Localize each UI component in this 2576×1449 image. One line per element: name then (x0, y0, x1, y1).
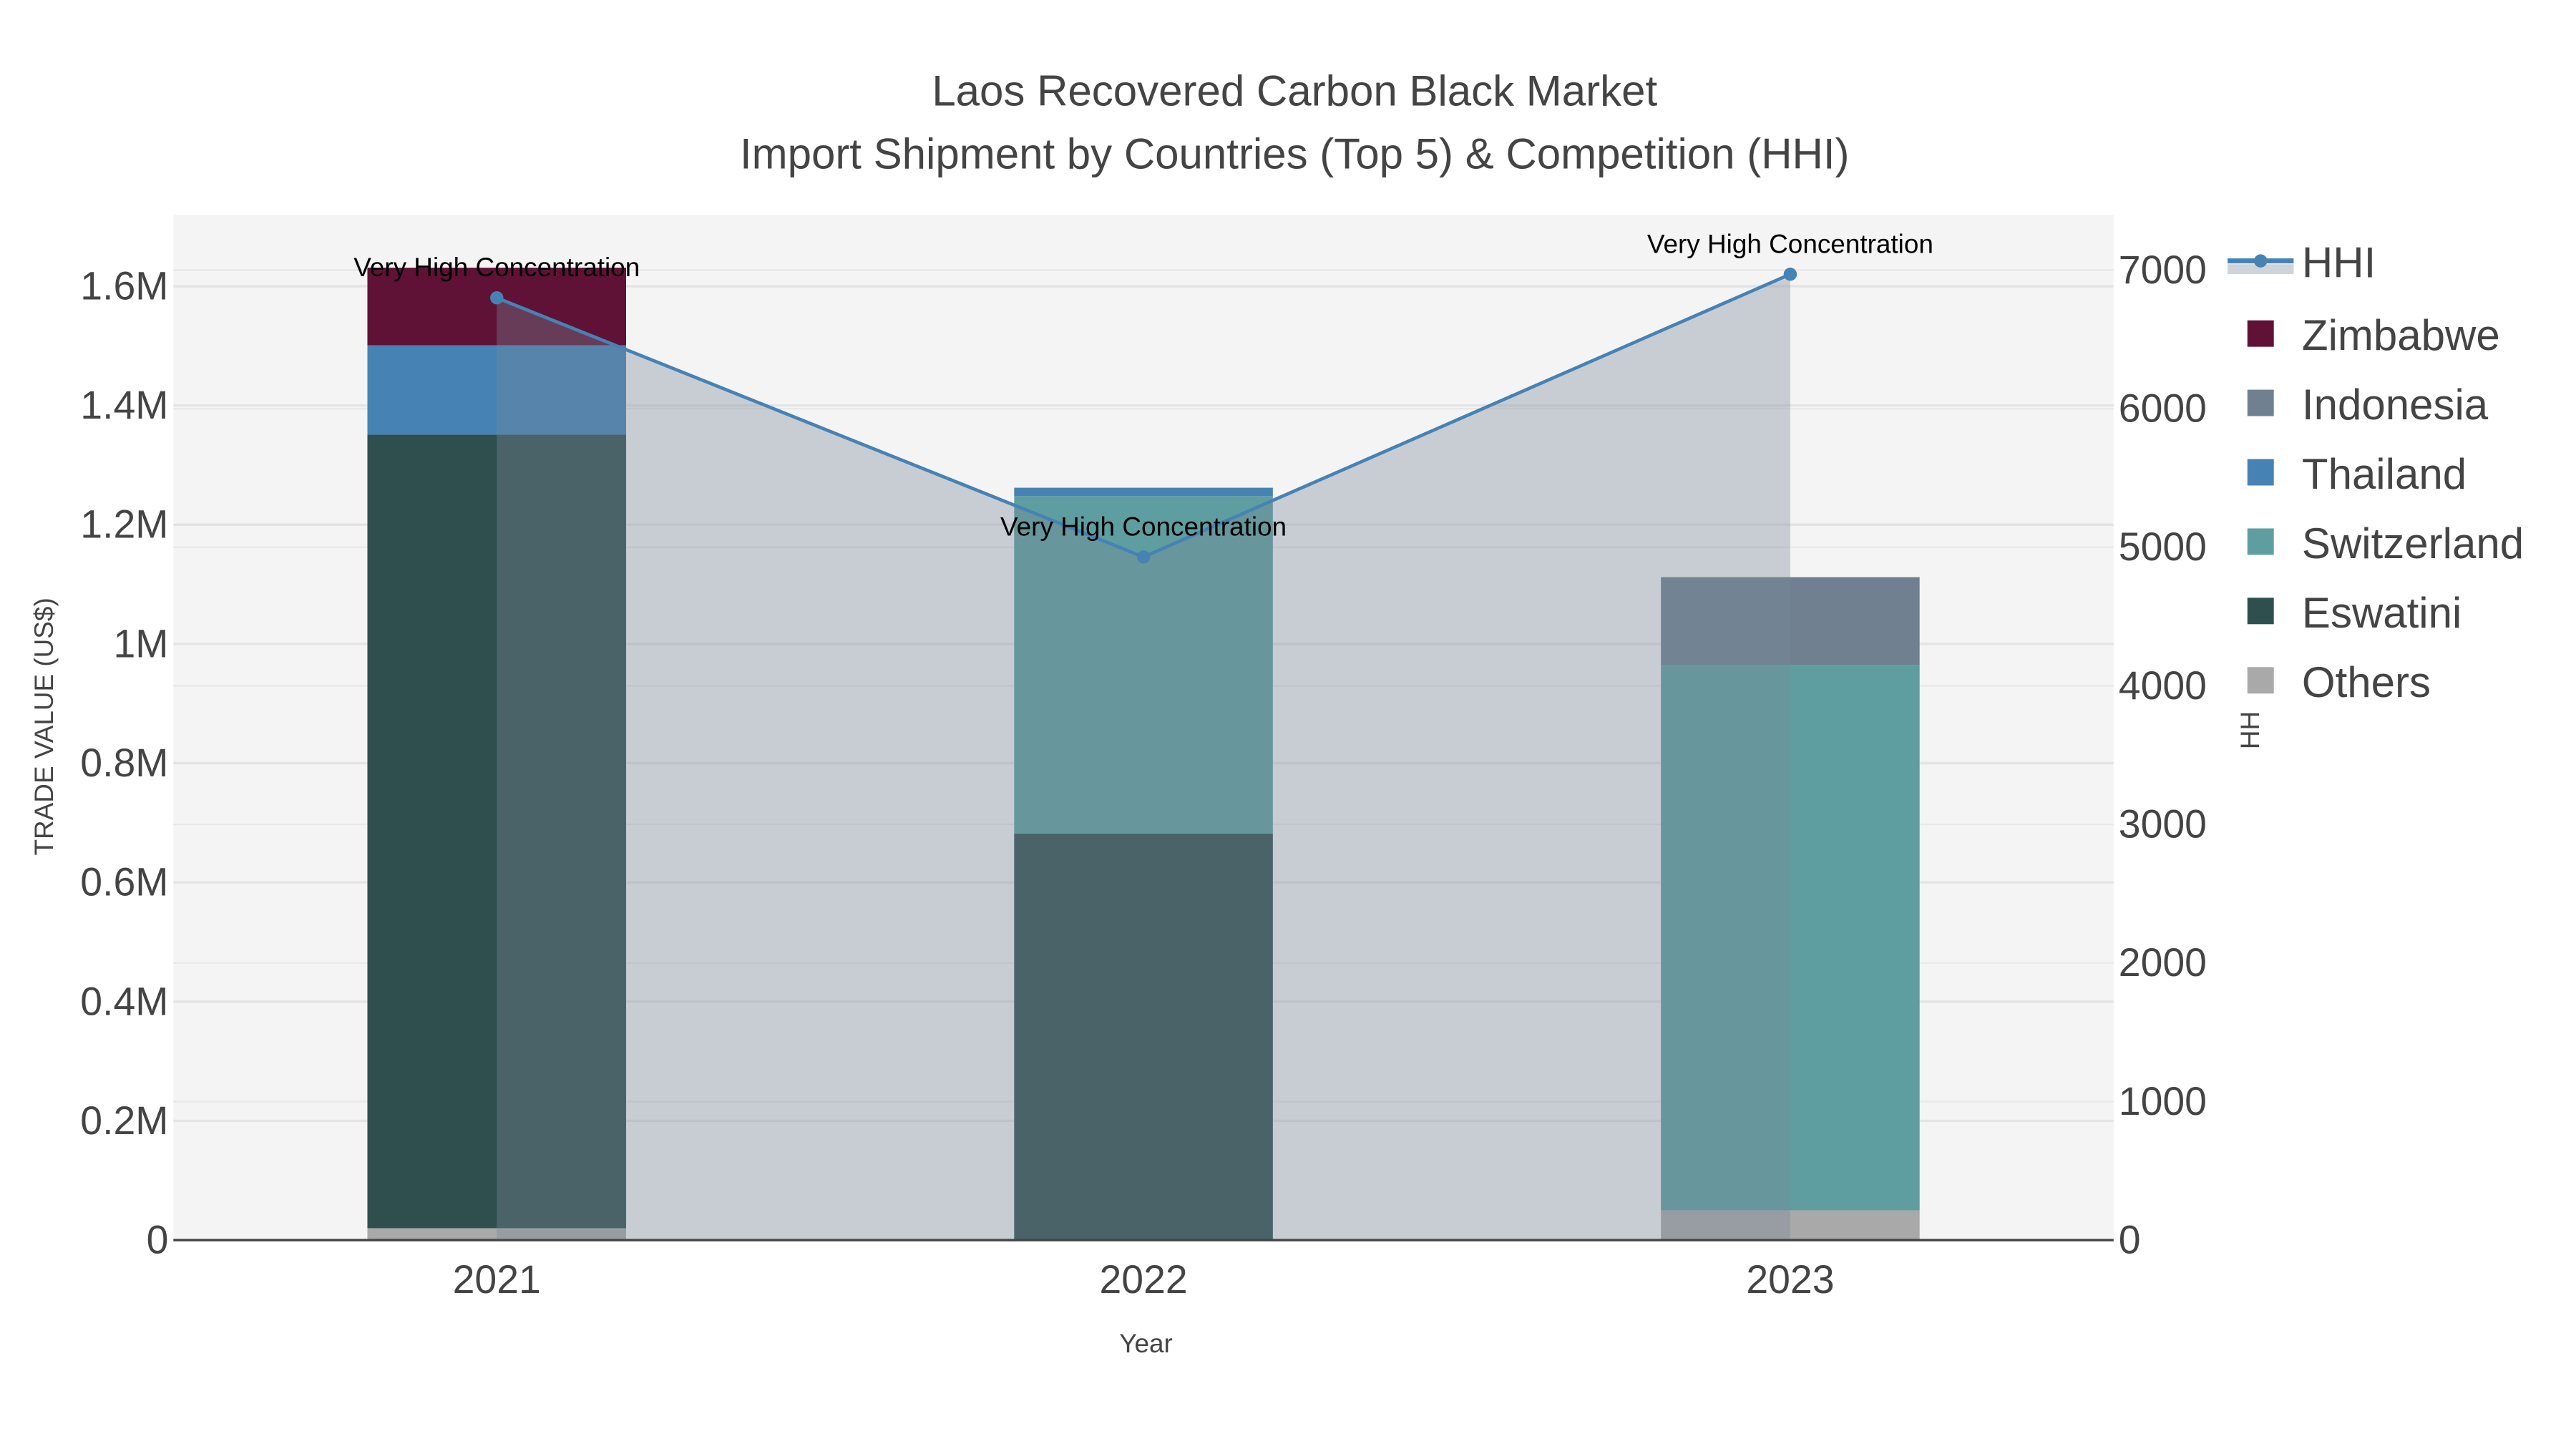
y2-tick-label: 7000 (2119, 248, 2207, 292)
y-tick-label: 0.4M (80, 979, 168, 1023)
y-tick-label: 0.6M (80, 860, 168, 904)
y-tick-label: 1M (113, 621, 168, 665)
y2-axis-ticks: 0 1000 2000 3000 4000 5000 6000 7000 (2119, 248, 2207, 1262)
hhi-point[interactable] (490, 291, 504, 305)
hhi-point[interactable] (1136, 550, 1151, 564)
x-tick-label: 2021 (453, 1257, 541, 1302)
legend-swatch (2247, 389, 2274, 416)
legend-swatch (2247, 459, 2274, 486)
legend-label: Thailand (2302, 450, 2467, 498)
y2-tick-label: 4000 (2119, 663, 2207, 708)
hhi-annotation: Very High Concentration (1647, 229, 1933, 258)
y-axis-ticks: 0 0.2M 0.4M 0.6M 0.8M 1M 1.2M 1.4M 1.6M (80, 263, 168, 1262)
y2-tick-label: 0 (2119, 1218, 2141, 1262)
legend-swatch (2247, 667, 2274, 694)
x-tick-label: 2023 (1746, 1257, 1834, 1302)
x-axis-label: Year (1119, 1329, 1173, 1358)
y2-tick-label: 1000 (2119, 1079, 2207, 1123)
y-tick-label: 1.2M (80, 502, 168, 547)
y2-tick-label: 6000 (2119, 386, 2207, 431)
legend-label: Switzerland (2302, 519, 2524, 567)
legend-label: HHI (2302, 239, 2376, 287)
y2-axis-label: HHI (2235, 704, 2265, 750)
legend-label: Others (2302, 658, 2431, 706)
legend-label: Eswatini (2302, 589, 2462, 637)
y-tick-label: 0 (147, 1218, 169, 1262)
y-tick-label: 0.8M (80, 741, 168, 785)
chart: Very High Concentration Very High Concent… (29, 67, 2576, 1358)
legend-label: Zimbabwe (2302, 311, 2500, 359)
x-tick-label: 2022 (1099, 1257, 1187, 1302)
hhi-point[interactable] (1783, 268, 1797, 281)
y-tick-label: 1.6M (80, 263, 168, 308)
chart-title: Laos Recovered Carbon Black Market (932, 67, 1657, 115)
y-axis-label: TRADE VALUE (US$) (29, 597, 59, 855)
y2-tick-label: 3000 (2119, 802, 2207, 847)
bar-thailand-2022[interactable] (1014, 487, 1273, 497)
hhi-annotation: Very High Concentration (1000, 512, 1287, 541)
y2-tick-label: 5000 (2119, 525, 2207, 569)
y-tick-label: 1.4M (80, 383, 168, 427)
y2-tick-label: 2000 (2119, 940, 2207, 985)
legend-label: Indonesia (2302, 381, 2489, 429)
y-tick-label: 0.2M (80, 1098, 168, 1143)
chart-subtitle: Import Shipment by Countries (Top 5) & C… (740, 130, 1850, 177)
legend-swatch (2247, 528, 2274, 555)
legend-marker-icon (2254, 254, 2268, 268)
x-axis-ticks: 2021 2022 2023 (453, 1257, 1835, 1302)
hhi-annotation: Very High Concentration (353, 253, 640, 282)
legend-swatch (2247, 597, 2274, 625)
legend-swatch (2247, 320, 2274, 347)
